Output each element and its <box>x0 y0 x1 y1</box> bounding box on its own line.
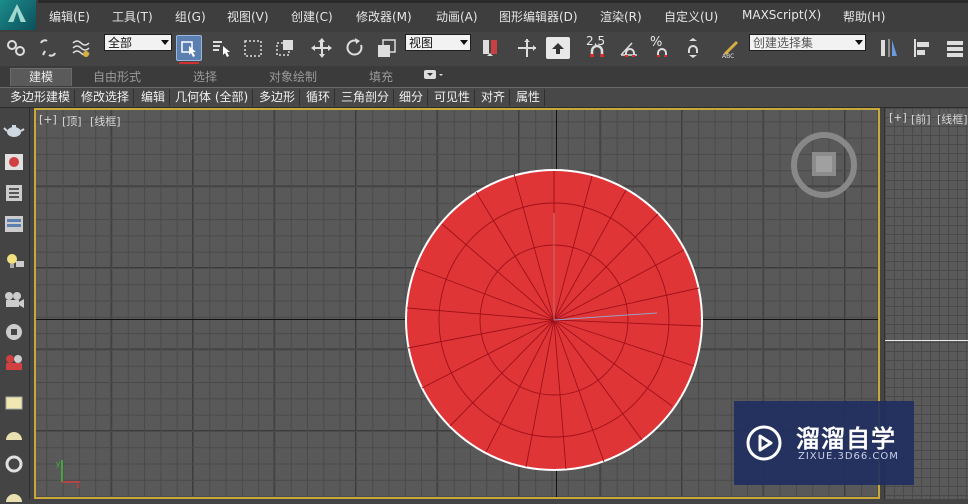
reference-coordinate-value: 视图 <box>409 36 434 50</box>
viewport-front-shading-label[interactable]: [线框] <box>937 111 968 127</box>
selection-filter-value: 全部 <box>108 36 133 50</box>
axis-tripod-icon: y x <box>56 460 80 490</box>
menu-modifiers[interactable]: 修改器(M) <box>356 8 412 25</box>
menu-views[interactable]: 视图(V) <box>227 8 269 25</box>
play-logo-icon <box>746 425 782 461</box>
viewport-view-label[interactable]: [顶] <box>62 113 82 129</box>
scale-icon[interactable] <box>374 35 400 61</box>
menu-edit[interactable]: 编辑(E) <box>49 8 90 25</box>
tab-object-paint[interactable]: 对象绘制 <box>269 69 317 86</box>
named-selection-placeholder: 创建选择集 <box>753 36 814 50</box>
panel-edit[interactable]: 编辑 <box>137 89 171 106</box>
camera-icon[interactable] <box>2 288 26 312</box>
menu-help[interactable]: 帮助(H) <box>843 8 885 25</box>
menu-group[interactable]: 组(G) <box>175 8 206 25</box>
capsule-icon[interactable] <box>2 480 26 504</box>
rect-selection-icon[interactable] <box>240 35 266 61</box>
torus-icon[interactable] <box>2 452 26 476</box>
window-crossing-icon[interactable] <box>272 35 298 61</box>
menu-customize[interactable]: 自定义(U) <box>664 8 718 25</box>
panel-subdivision[interactable]: 细分 <box>395 89 429 106</box>
bind-space-warp-icon[interactable] <box>69 35 95 61</box>
menu-maxscript[interactable]: MAXScript(X) <box>742 8 821 22</box>
snap-label: 2.5 <box>586 34 606 48</box>
angle-snap-icon[interactable] <box>616 35 642 61</box>
align-icon[interactable] <box>910 35 936 61</box>
tab-selection[interactable]: 选择 <box>193 69 217 86</box>
light-icon[interactable] <box>2 249 26 273</box>
disc-mesh-object[interactable] <box>404 168 704 471</box>
ribbon-options-icon[interactable] <box>424 69 444 86</box>
viewport-menu-label[interactable]: [+] <box>39 113 57 126</box>
watermark-subtitle: ZIXUE.3D66.COM <box>798 451 899 462</box>
percent-snap-icon[interactable]: % <box>648 35 674 61</box>
panel-polygon-modeling[interactable]: 多边形建模 <box>6 89 76 106</box>
ribbon-tab-bar: 建模 自由形式 选择 对象绘制 填充 <box>0 66 968 87</box>
manipulate-icon[interactable] <box>514 35 540 61</box>
viewport-front-view-label[interactable]: [前] <box>911 111 931 127</box>
keyboard-shortcut-icon[interactable] <box>546 37 570 59</box>
panel-modify-selection[interactable]: 修改选择 <box>77 89 135 106</box>
unlink-icon[interactable] <box>35 35 61 61</box>
spinner-snap-icon[interactable] <box>680 35 706 61</box>
pivot-icon[interactable] <box>477 35 503 61</box>
ribbon-panel: 多边形建模 修改选择 编辑 几何体 (全部) 多边形 循环 三角剖分 细分 可见… <box>0 88 968 108</box>
material-icon[interactable] <box>2 150 26 174</box>
plane-icon[interactable] <box>2 391 26 415</box>
layer-manager-icon[interactable] <box>942 35 968 61</box>
rotate-icon[interactable] <box>342 35 368 61</box>
panel-align[interactable]: 对齐 <box>477 89 511 106</box>
snap-icon[interactable]: 2.5 <box>584 34 610 61</box>
menu-create[interactable]: 创建(C) <box>291 8 333 25</box>
menu-tools[interactable]: 工具(T) <box>112 8 153 25</box>
tab-populate[interactable]: 填充 <box>369 69 393 86</box>
panel-tris[interactable]: 三角剖分 <box>337 89 395 106</box>
panel-polygons[interactable]: 多边形 <box>255 89 301 106</box>
render-icon[interactable] <box>2 351 26 375</box>
menu-animation[interactable]: 动画(A) <box>436 8 478 25</box>
sphere-icon[interactable] <box>2 422 26 446</box>
left-toolbar <box>0 108 30 502</box>
menu-bar: 编辑(E) 工具(T) 组(G) 视图(V) 创建(C) 修改器(M) 动画(A… <box>0 0 968 33</box>
panel-properties[interactable]: 属性 <box>512 89 546 106</box>
panel-visibility[interactable]: 可见性 <box>430 89 476 106</box>
svg-text:x: x <box>76 482 80 490</box>
svg-text:ABC: ABC <box>722 53 734 59</box>
link-icon[interactable] <box>3 35 29 61</box>
title-strip <box>38 0 968 3</box>
panel-geometry-all[interactable]: 几何体 (全部) <box>171 89 254 106</box>
scene-explorer-icon[interactable] <box>2 181 26 205</box>
panel-loops[interactable]: 循环 <box>302 89 336 106</box>
menu-graph-editors[interactable]: 图形编辑器(D) <box>499 8 578 25</box>
helper-icon[interactable] <box>2 320 26 344</box>
main-toolbar: 全部 视图 2.5 % ABC 创建选择集 <box>0 32 968 67</box>
viewcube-icon[interactable] <box>790 132 860 198</box>
watermark-badge: 溜溜自学 ZIXUE.3D66.COM <box>734 401 914 485</box>
front-disc-edge <box>885 340 968 341</box>
app-logo-icon[interactable] <box>0 0 36 30</box>
reference-coordinate-dropdown[interactable]: 视图 <box>405 34 471 51</box>
tab-modeling[interactable]: 建模 <box>10 68 73 86</box>
viewport-shading-label[interactable]: [线框] <box>90 113 121 129</box>
percent-snap-label: % <box>650 35 663 50</box>
layer-explorer-icon[interactable] <box>2 212 26 236</box>
selection-filter-dropdown[interactable]: 全部 <box>104 34 172 51</box>
teapot-icon[interactable] <box>2 118 26 142</box>
watermark-title: 溜溜自学 <box>796 425 896 453</box>
named-selection-dropdown[interactable]: 创建选择集 <box>749 34 866 51</box>
select-by-name-icon[interactable] <box>208 35 234 61</box>
menu-rendering[interactable]: 渲染(R) <box>600 8 642 25</box>
move-icon[interactable] <box>309 35 335 61</box>
select-object-icon[interactable] <box>176 35 202 64</box>
mirror-icon[interactable] <box>876 35 902 61</box>
tab-freeform[interactable]: 自由形式 <box>93 69 141 86</box>
svg-text:y: y <box>56 460 60 468</box>
edit-named-selection-icon[interactable]: ABC <box>718 35 744 61</box>
viewport-front-menu-label[interactable]: [+] <box>889 111 907 124</box>
